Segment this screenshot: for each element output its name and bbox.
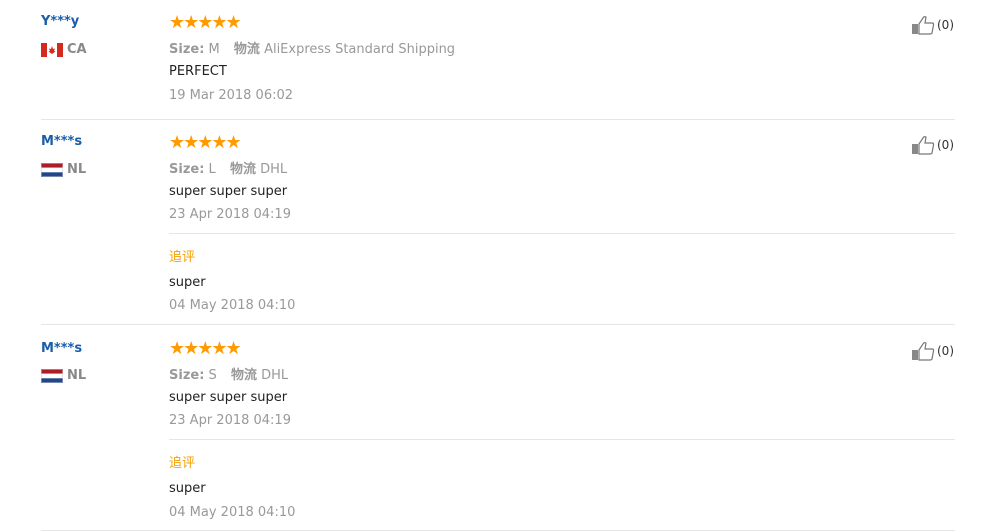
reviewer-country: NL: [41, 369, 86, 383]
country-code: NL: [67, 368, 87, 383]
helpful-count: (0): [937, 138, 954, 152]
thumbs-up-icon: [912, 16, 935, 35]
review-divider: [41, 119, 955, 120]
review-text: super super super: [169, 184, 288, 199]
size-value: S: [208, 368, 217, 383]
canada-flag-icon: [41, 43, 63, 57]
size-label: Size:: [169, 162, 205, 177]
helpful-button[interactable]: (0): [911, 341, 954, 361]
thumbs-up-icon: [912, 136, 935, 155]
netherlands-flag-icon: [41, 163, 63, 177]
reviewer-country: CA: [41, 43, 87, 57]
rating-stars: ★★★★★: [169, 338, 242, 359]
review-text: PERFECT: [169, 64, 227, 79]
followup-date: 04 May 2018 04:10: [169, 298, 296, 313]
country-code: NL: [67, 162, 87, 177]
helpful-count: (0): [937, 344, 954, 358]
rating-stars: ★★★★★: [169, 132, 242, 153]
reviewer-name[interactable]: M***s: [41, 134, 82, 149]
shipping-value: AliExpress Standard Shipping: [264, 42, 456, 57]
review-meta: Size: L 物流 DHL: [169, 158, 287, 177]
review-date: 23 Apr 2018 04:19: [169, 413, 291, 428]
followup-divider: [169, 233, 955, 234]
review-meta: Size: M 物流 AliExpress Standard Shipping: [169, 38, 455, 57]
review-meta: Size: S 物流 DHL: [169, 364, 288, 383]
thumbs-up-icon: [912, 342, 935, 361]
followup-divider: [169, 439, 955, 440]
size-value: L: [208, 162, 216, 177]
helpful-count: (0): [937, 18, 954, 32]
followup-text: super: [169, 481, 206, 496]
shipping-value: DHL: [261, 368, 289, 383]
followup-label: 追评: [169, 456, 196, 471]
review-date: 19 Mar 2018 06:02: [169, 88, 294, 103]
followup-text: super: [169, 275, 206, 290]
reviewer-name[interactable]: M***s: [41, 341, 82, 356]
review-list: Y***y CA ★★★★★ Size: M 物流 AliExpress Sta…: [0, 0, 1000, 532]
shipping-label: 物流: [233, 42, 260, 57]
followup-date: 04 May 2018 04:10: [169, 505, 296, 520]
netherlands-flag-icon: [41, 369, 63, 383]
followup-label: 追评: [169, 250, 196, 265]
helpful-button[interactable]: (0): [911, 135, 954, 155]
country-code: CA: [67, 42, 87, 57]
size-label: Size:: [169, 368, 205, 383]
rating-stars: ★★★★★: [169, 12, 242, 33]
reviewer-name[interactable]: Y***y: [41, 14, 79, 29]
review-divider: [41, 324, 955, 325]
shipping-label: 物流: [230, 368, 257, 383]
size-label: Size:: [169, 42, 205, 57]
helpful-button[interactable]: (0): [911, 15, 954, 35]
shipping-value: DHL: [260, 162, 288, 177]
review-divider: [41, 530, 955, 531]
size-value: M: [208, 42, 220, 57]
shipping-label: 物流: [229, 162, 256, 177]
review-text: super super super: [169, 390, 288, 405]
reviewer-country: NL: [41, 163, 86, 177]
review-date: 23 Apr 2018 04:19: [169, 207, 291, 222]
